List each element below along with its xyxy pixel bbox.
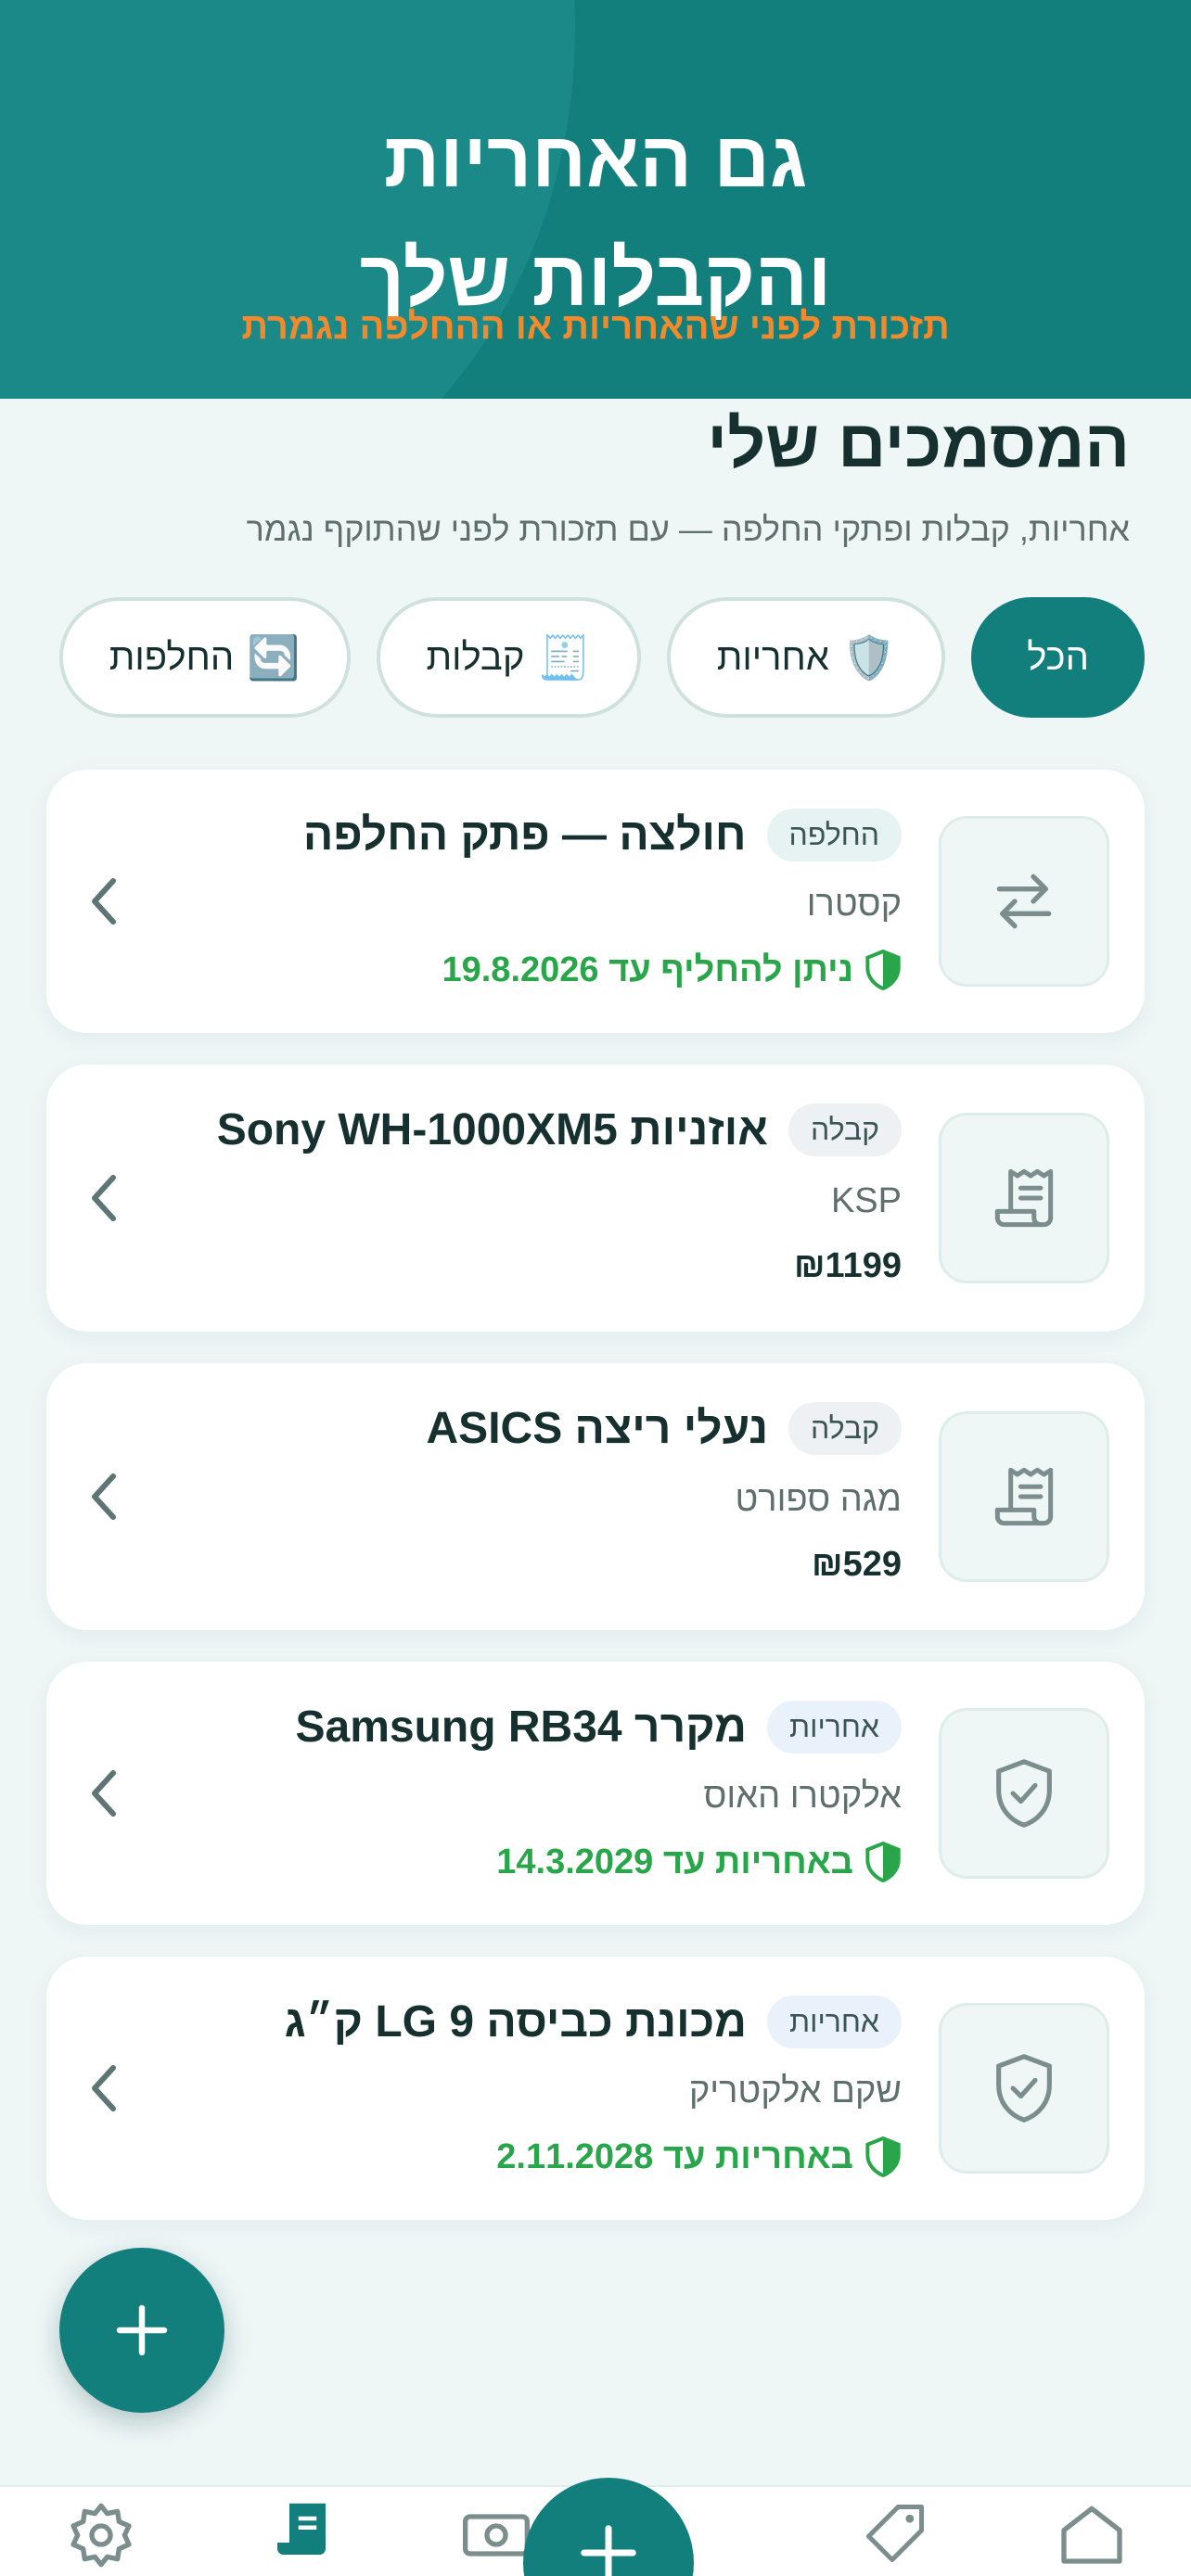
nav-settings[interactable] (59, 2487, 143, 2576)
card-expiry: באחריות עד 14.3.2029 (496, 1842, 902, 1882)
filter-exchanges-label: החלפות (109, 636, 235, 678)
card-store: KSP (830, 1181, 902, 1220)
add-icon (581, 2525, 636, 2576)
card-title: אוזניות Sony WH-1000XM5 (216, 1105, 769, 1154)
chevron-left-icon (92, 1473, 116, 1520)
document-card[interactable]: החלפה חולצה — פתק החלפה קסטרו ניתן להחלי… (46, 770, 1145, 1033)
card-expiry-text: ניתן להחליף עד 19.8.2026 (442, 950, 853, 989)
tag-icon (865, 2504, 925, 2563)
receipt-icon (939, 1411, 1109, 1582)
chevron-left-icon (92, 2065, 116, 2111)
shield-check-icon (939, 1708, 1109, 1879)
card-price: ₪1199 (793, 1246, 902, 1285)
filter-warranties-label: אחריות (716, 636, 829, 678)
type-badge: החלפה (766, 809, 902, 861)
card-title: מכונת כביסה LG 9 ק״ג (284, 1997, 748, 2047)
receipt-icon (939, 1113, 1109, 1283)
type-badge: קבלה (788, 1402, 902, 1455)
home-icon (1061, 2506, 1122, 2564)
document-card[interactable]: אחריות מכונת כביסה LG 9 ק״ג שקם אלקטריק … (46, 1957, 1145, 2220)
type-badge: אחריות (767, 1996, 902, 2048)
chevron-left-icon (92, 1175, 116, 1221)
card-header: אחריות מקרר Samsung RB34 (295, 1701, 902, 1753)
receipt-icon: 🧾 (537, 633, 591, 682)
filter-receipts[interactable]: 🧾 קבלות (376, 597, 641, 718)
card-title: נעלי ריצה ASICS (426, 1404, 769, 1453)
card-header: החלפה חולצה — פתק החלפה (303, 809, 902, 861)
hero-subtitle: תזכורת לפני שהאחריות או ההחלפה נגמרת (241, 306, 950, 347)
card-expiry: ניתן להחליף עד 19.8.2026 (442, 950, 902, 990)
chevron-left-icon (92, 878, 116, 925)
filter-all-label: הכל (1027, 636, 1089, 678)
card-header: קבלה אוזניות Sony WH-1000XM5 (217, 1103, 902, 1156)
card-header: קבלה נעלי ריצה ASICS (427, 1402, 902, 1455)
document-card[interactable]: קבלה נעלי ריצה ASICS מגה ספורט ₪529 (46, 1363, 1145, 1630)
swap-icon (939, 816, 1109, 987)
document-card[interactable]: קבלה אוזניות Sony WH-1000XM5 KSP ₪1199 (46, 1065, 1145, 1332)
filter-all[interactable]: הכל (971, 597, 1145, 718)
chevron-left-icon (92, 1770, 116, 1817)
card-title: מקרר Samsung RB34 (295, 1702, 748, 1752)
filter-chips: הכל 🛡️ אחריות 🧾 קבלות 🔄 החלפות (58, 597, 1145, 720)
document-card[interactable]: אחריות מקרר Samsung RB34 אלקטרו האוס באח… (46, 1662, 1145, 1925)
filter-warranties[interactable]: 🛡️ אחריות (666, 597, 946, 718)
hero-title: גם האחריות והקבלות שלך (359, 116, 832, 322)
type-badge: קבלה (788, 1103, 902, 1156)
card-header: אחריות מכונת כביסה LG 9 ק״ג (285, 1996, 902, 2048)
card-expiry: באחריות עד 2.11.2028 (496, 2136, 902, 2177)
card-title: חולצה — פתק החלפה (302, 810, 747, 860)
settings-icon (70, 2503, 132, 2568)
shield-icon: 🛡️ (841, 633, 896, 682)
card-store: קסטרו (806, 885, 902, 924)
nav-documents[interactable] (260, 2487, 343, 2576)
hero-header: גם האחריות והקבלות שלך תזכורת לפני שהאחר… (0, 0, 1191, 399)
type-badge: אחריות (767, 1701, 902, 1753)
card-store: אלקטרו האוס (703, 1777, 902, 1816)
card-price: ₪529 (812, 1545, 902, 1584)
shield-half-icon (865, 1842, 901, 1882)
card-expiry-text: באחריות עד 14.3.2029 (496, 1842, 853, 1881)
plus-icon (116, 2304, 168, 2356)
shield-half-icon (865, 950, 901, 990)
refresh-icon: 🔄 (247, 633, 301, 682)
filter-receipts-label: קבלות (426, 636, 525, 678)
add-document-button[interactable] (59, 2248, 224, 2413)
shield-half-icon (865, 2136, 901, 2177)
filter-exchanges[interactable]: 🔄 החלפות (58, 597, 351, 718)
shield-check-icon (939, 2003, 1109, 2174)
page-title: המסמכים שלי (707, 407, 1130, 481)
nav-tags[interactable] (853, 2487, 937, 2576)
documents-icon (277, 2503, 326, 2555)
money-icon (463, 2514, 530, 2557)
nav-home[interactable] (1050, 2487, 1133, 2576)
card-store: שקם אלקטריק (688, 2072, 902, 2111)
page-subtitle: אחריות, קבלות ופתקי החלפה — עם תזכורת לפ… (246, 510, 1130, 548)
card-expiry-text: באחריות עד 2.11.2028 (496, 2136, 853, 2176)
card-store: מגה ספורט (735, 1480, 902, 1519)
